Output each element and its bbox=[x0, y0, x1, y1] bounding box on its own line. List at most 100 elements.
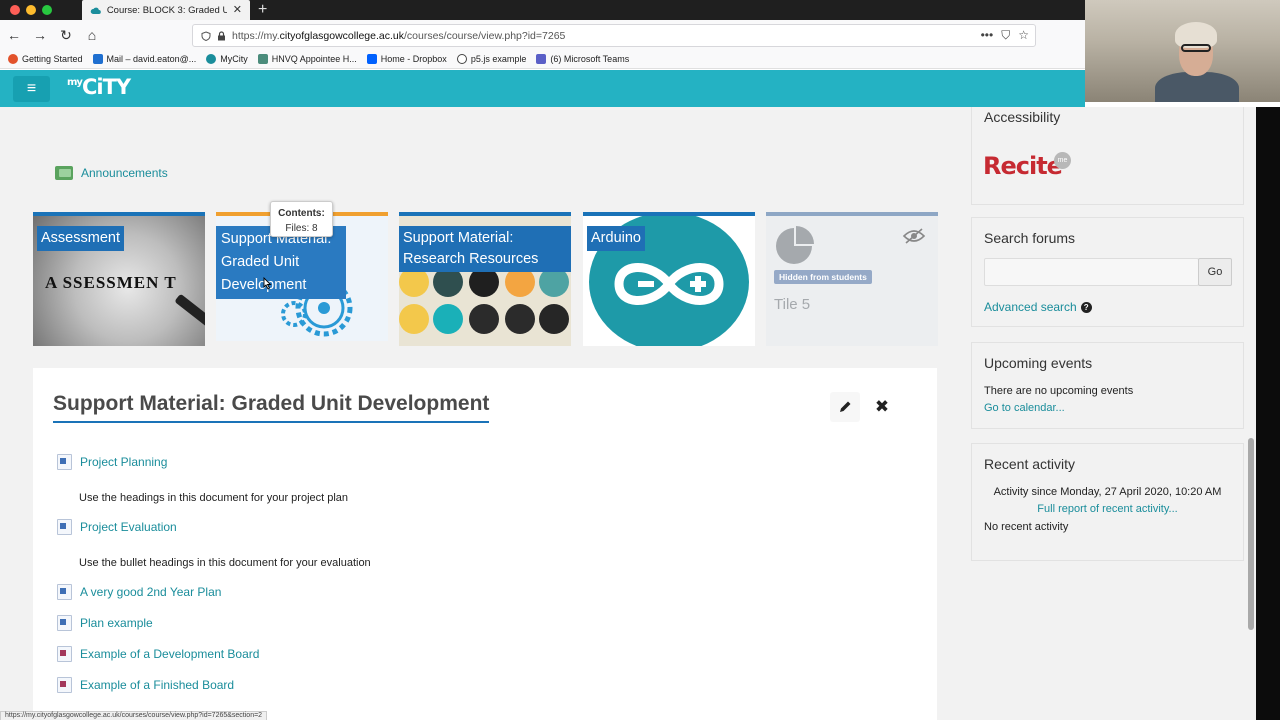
forum-icon bbox=[55, 166, 73, 180]
word-document-icon bbox=[57, 454, 72, 470]
help-icon[interactable]: ? bbox=[1080, 301, 1092, 313]
url-bar[interactable]: https://my.cityofglasgowcollege.ac.uk/co… bbox=[192, 24, 1036, 47]
minimize-window-icon[interactable] bbox=[26, 5, 36, 15]
tile-label: Tile 5 bbox=[774, 296, 811, 313]
bookmark-getting-started[interactable]: Getting Started bbox=[8, 54, 83, 64]
browser-toolbar: ← → ↻ ⌂ https://my.cityofglasgowcollege.… bbox=[0, 20, 1085, 50]
tab-close-icon[interactable]: ✕ bbox=[233, 4, 242, 16]
announcements-item[interactable]: Announcements bbox=[55, 166, 168, 180]
block-title: Upcoming events bbox=[984, 355, 1093, 371]
teams-icon bbox=[536, 54, 547, 64]
activity-link[interactable]: A very good 2nd Year Plan bbox=[80, 585, 221, 599]
tile-label: Support Material: Research Resources bbox=[399, 226, 571, 272]
upcoming-events-block: Upcoming events There are no upcoming ev… bbox=[971, 342, 1244, 429]
close-section-button[interactable]: ✖ bbox=[869, 392, 895, 422]
bookmark-star-icon[interactable]: ☆ bbox=[1018, 28, 1029, 43]
tile-label: Arduino bbox=[587, 226, 645, 251]
no-recent-activity-text: No recent activity bbox=[984, 521, 1069, 533]
word-document-icon bbox=[57, 584, 72, 600]
globe-icon bbox=[456, 54, 467, 64]
activity-link[interactable]: Example of a Finished Board bbox=[80, 678, 234, 692]
activity-description: Use the bullet headings in this document… bbox=[79, 557, 371, 569]
tab-title: Course: BLOCK 3: Graded Unit bbox=[106, 4, 227, 16]
recite-logo[interactable]: Recite bbox=[983, 152, 1063, 180]
bookmark-p5js[interactable]: p5.js example bbox=[456, 54, 526, 64]
tile-research-resources[interactable]: Support Material: Research Resources bbox=[399, 212, 571, 346]
tile-tooltip: Contents: Files: 8 bbox=[270, 201, 333, 237]
more-actions-icon[interactable]: ••• bbox=[981, 28, 994, 43]
forward-icon[interactable]: → bbox=[28, 23, 52, 47]
cursor-icon bbox=[263, 277, 272, 290]
upcoming-empty-text: There are no upcoming events bbox=[984, 385, 1134, 397]
bookmark-mycity[interactable]: MyCity bbox=[206, 54, 248, 64]
activity-item[interactable]: A very good 2nd Year Plan bbox=[57, 584, 221, 600]
window-edge bbox=[1256, 107, 1280, 720]
edit-section-button[interactable] bbox=[830, 392, 860, 422]
block-title: Recent activity bbox=[984, 456, 1076, 472]
activity-item[interactable]: Project Planning bbox=[57, 454, 167, 470]
bookmarks-bar: Getting Started Mail – david.eaton@... M… bbox=[0, 50, 1085, 69]
webcam-video bbox=[1085, 0, 1280, 102]
activity-link[interactable]: Example of a Development Board bbox=[80, 647, 259, 661]
recite-me-badge: me bbox=[1054, 152, 1071, 169]
hamburger-icon: ≡ bbox=[26, 80, 37, 97]
arduino-logo-icon bbox=[614, 263, 724, 305]
pocket-icon[interactable]: ⛉ bbox=[1001, 28, 1010, 43]
site-header: ≡ myCiTY bbox=[0, 70, 1085, 107]
url-text: https://my.cityofglasgowcollege.ac.uk/co… bbox=[232, 29, 566, 42]
powerpoint-icon bbox=[57, 646, 72, 662]
activity-item[interactable]: Plan example bbox=[57, 615, 153, 631]
pie-chart-icon bbox=[776, 226, 814, 264]
lock-icon bbox=[218, 30, 225, 40]
bookmark-teams[interactable]: (6) Microsoft Teams bbox=[536, 54, 629, 64]
search-forums-input[interactable] bbox=[984, 258, 1199, 286]
calendar-link[interactable]: Go to calendar... bbox=[984, 402, 1065, 414]
tile-assessment[interactable]: Assessment A SSESSMEN T bbox=[33, 212, 205, 346]
close-window-icon[interactable] bbox=[10, 5, 20, 15]
menu-toggle-button[interactable]: ≡ bbox=[13, 76, 50, 102]
back-icon[interactable]: ← bbox=[2, 23, 26, 47]
activity-link[interactable]: Project Evaluation bbox=[80, 520, 177, 534]
eye-slash-icon[interactable] bbox=[902, 228, 926, 244]
block-title: Accessibility bbox=[984, 109, 1061, 125]
activity-item[interactable]: Example of a Finished Board bbox=[57, 677, 234, 693]
recent-activity-block: Recent activity Activity since Monday, 2… bbox=[971, 443, 1244, 561]
new-tab-icon[interactable]: + bbox=[258, 1, 267, 19]
status-url: https://my.cityofglasgowcollege.ac.uk/co… bbox=[0, 711, 268, 720]
bookmark-dropbox[interactable]: Home - Dropbox bbox=[366, 54, 447, 64]
cloud-icon bbox=[90, 7, 101, 14]
word-document-icon bbox=[57, 519, 72, 535]
full-report-link[interactable]: Full report of recent activity... bbox=[972, 503, 1243, 515]
activity-link[interactable]: Project Planning bbox=[80, 455, 167, 469]
recent-since-text: Activity since Monday, 27 April 2020, 10… bbox=[993, 486, 1222, 498]
activity-item[interactable]: Example of a Development Board bbox=[57, 646, 259, 662]
tile-image-text: A SSESSMEN T bbox=[45, 273, 177, 292]
outlook-icon bbox=[92, 54, 103, 64]
bookmark-mail[interactable]: Mail – david.eaton@... bbox=[92, 54, 196, 64]
tile-5[interactable]: Hidden from students Tile 5 bbox=[766, 212, 938, 346]
activity-item[interactable]: Project Evaluation bbox=[57, 519, 177, 535]
announcements-link[interactable]: Announcements bbox=[81, 166, 168, 180]
advanced-search-link[interactable]: Advanced search bbox=[984, 300, 1077, 314]
window-titlebar: Course: BLOCK 3: Graded Unit ✕ + bbox=[0, 0, 1085, 20]
maximize-window-icon[interactable] bbox=[42, 5, 52, 15]
activity-link[interactable]: Plan example bbox=[80, 616, 153, 630]
section-title: Support Material: Graded Unit Developmen… bbox=[53, 392, 490, 423]
tile-label: Assessment bbox=[37, 226, 124, 251]
shield-icon bbox=[201, 30, 211, 41]
browser-tab[interactable]: Course: BLOCK 3: Graded Unit ✕ bbox=[82, 0, 250, 20]
pencil-icon bbox=[840, 401, 851, 412]
home-icon[interactable]: ⌂ bbox=[80, 23, 104, 47]
block-title: Search forums bbox=[984, 230, 1076, 246]
reload-icon[interactable]: ↻ bbox=[54, 23, 78, 47]
site-logo[interactable]: myCiTY bbox=[67, 75, 131, 99]
close-icon: ✖ bbox=[874, 397, 890, 416]
go-button[interactable]: Go bbox=[1198, 258, 1232, 286]
cloud-icon bbox=[206, 54, 217, 64]
bookmark-hnvq[interactable]: HNVQ Appointee H... bbox=[257, 54, 357, 64]
activity-description: Use the headings in this document for yo… bbox=[79, 492, 349, 504]
dropbox-icon bbox=[366, 54, 377, 64]
tile-arduino[interactable]: Arduino bbox=[583, 212, 755, 346]
word-document-icon bbox=[57, 615, 72, 631]
page-scrollbar[interactable] bbox=[1248, 438, 1254, 630]
